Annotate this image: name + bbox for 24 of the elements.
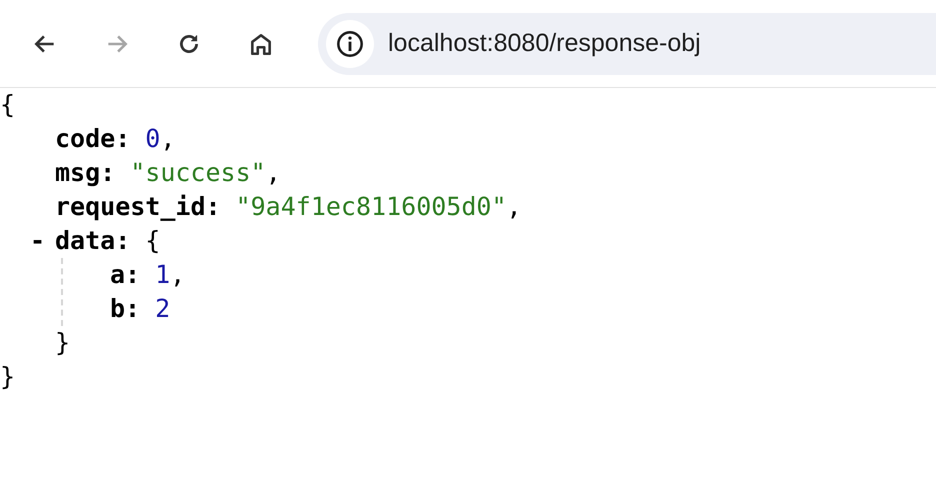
json-value: "success" (130, 157, 266, 189)
json-key: b: (110, 292, 140, 326)
json-comma: , (160, 123, 176, 155)
json-key: request_id: (55, 190, 221, 224)
json-key: code: (55, 122, 130, 156)
collapse-toggle[interactable]: - (30, 224, 55, 258)
json-value: 2 (155, 293, 170, 325)
address-bar[interactable]: localhost:8080/response-obj (318, 12, 936, 74)
site-info-button[interactable] (326, 20, 374, 68)
json-value: 0 (145, 123, 160, 155)
json-brace: { (145, 225, 160, 257)
json-comma: , (266, 157, 281, 189)
json-key: msg: (55, 156, 116, 190)
json-key: data: (55, 224, 130, 258)
json-comma: , (506, 191, 522, 223)
json-value: 1 (155, 259, 170, 291)
json-value: "9a4f1ec8116005d0" (236, 191, 507, 223)
url-text: localhost:8080/response-obj (388, 29, 701, 58)
json-brace: } (0, 361, 16, 393)
info-icon (336, 30, 364, 58)
json-comma: , (170, 259, 186, 291)
json-brace: } (55, 327, 70, 359)
json-key: a: (110, 258, 140, 292)
json-brace: { (0, 89, 16, 121)
